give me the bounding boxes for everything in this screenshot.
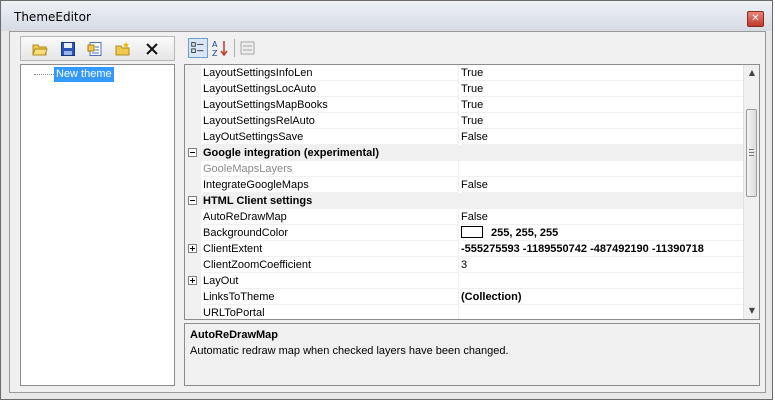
sort-alphabetical-icon[interactable]: A Z <box>210 38 230 58</box>
row-gutter <box>185 209 201 225</box>
save-icon[interactable] <box>60 41 76 57</box>
row-gutter <box>185 81 201 97</box>
row-gutter <box>185 273 201 289</box>
property-name: BackgroundColor <box>203 225 459 241</box>
property-pages-icon[interactable] <box>238 38 258 58</box>
property-row[interactable]: GooleMapsLayers <box>185 161 745 177</box>
row-gutter <box>185 161 201 177</box>
theme-editor-window: ThemeEditor ✕ New theme A Z LayoutSettin… <box>0 0 773 400</box>
property-name: ClientZoomCoefficient <box>203 257 459 273</box>
property-row[interactable]: BackgroundColor 255, 255, 255 <box>185 225 745 241</box>
property-name: LayOutSettingsSave <box>203 129 459 145</box>
property-name: LinksToTheme <box>203 289 459 305</box>
property-value[interactable]: 3 <box>461 257 745 273</box>
open-folder-icon[interactable] <box>32 41 48 57</box>
tree-node-new-theme[interactable]: New theme <box>54 67 114 82</box>
property-name: IntegrateGoogleMaps <box>203 177 459 193</box>
svg-text:Z: Z <box>212 49 218 58</box>
property-value[interactable]: False <box>461 209 745 225</box>
properties-icon[interactable] <box>87 41 103 57</box>
property-value[interactable] <box>461 273 745 289</box>
row-gutter <box>185 289 201 305</box>
property-row[interactable]: LayoutSettingsMapBooks True <box>185 97 745 113</box>
property-row[interactable]: LinksToTheme (Collection) <box>185 289 745 305</box>
property-name: LayoutSettingsInfoLen <box>203 65 459 81</box>
row-gutter <box>185 177 201 193</box>
scroll-down-icon[interactable]: ▼ <box>744 303 759 319</box>
property-grid: LayoutSettingsInfoLen True LayoutSettingsL… <box>184 64 760 320</box>
property-row[interactable]: LayoutSettingsRelAuto True <box>185 113 745 129</box>
property-category[interactable]: HTML Client settings <box>185 193 745 209</box>
property-value[interactable]: -555275593 -1189550742 -487492190 -11390… <box>461 241 745 257</box>
svg-text:A: A <box>212 40 218 49</box>
categorized-icon[interactable] <box>188 38 208 58</box>
editor-frame: New theme A Z LayoutSettingsInfoLen True… <box>9 31 766 393</box>
property-row[interactable]: IntegrateGoogleMaps False <box>185 177 745 193</box>
collapse-icon[interactable] <box>188 196 197 205</box>
row-gutter <box>185 97 201 113</box>
property-value[interactable]: False <box>461 177 745 193</box>
scrollbar-thumb[interactable] <box>746 109 757 197</box>
row-gutter <box>185 129 201 145</box>
property-value[interactable] <box>461 305 745 319</box>
property-name: LayoutSettingsLocAuto <box>203 81 459 97</box>
property-value[interactable]: True <box>461 113 745 129</box>
property-row[interactable]: ClientExtent -555275593 -1189550742 -4874… <box>185 241 745 257</box>
property-value[interactable]: True <box>461 81 745 97</box>
color-swatch <box>461 226 483 239</box>
property-name: AutoReDrawMap <box>203 209 459 225</box>
close-icon: ✕ <box>751 13 760 24</box>
row-gutter <box>185 241 201 257</box>
row-gutter <box>185 305 201 319</box>
window-title: ThemeEditor <box>14 10 91 24</box>
property-grid-scrollbar[interactable]: ▲ ▼ <box>743 65 759 319</box>
property-row[interactable]: LayoutSettingsLocAuto True <box>185 81 745 97</box>
row-gutter <box>185 257 201 273</box>
property-row[interactable]: LayoutSettingsInfoLen True <box>185 65 745 81</box>
new-folder-icon[interactable] <box>115 41 131 57</box>
description-text: Automatic redraw map when checked layers… <box>190 345 509 357</box>
property-value[interactable]: True <box>461 65 745 81</box>
property-value[interactable] <box>461 161 745 177</box>
property-name: LayoutSettingsRelAuto <box>203 113 459 129</box>
property-value[interactable]: (Collection) <box>461 289 745 305</box>
property-name: URLToPortal <box>203 305 459 319</box>
row-gutter <box>185 65 201 81</box>
expand-icon[interactable] <box>188 276 197 285</box>
description-pane: AutoReDrawMap Automatic redraw map when … <box>184 323 760 386</box>
theme-tree: New theme <box>20 64 175 386</box>
category-label: Google integration (experimental) <box>203 147 380 159</box>
property-name: LayOut <box>203 273 459 289</box>
property-row[interactable]: LayOut <box>185 273 745 289</box>
close-button[interactable]: ✕ <box>747 11 764 27</box>
property-row[interactable]: URLToPortal <box>185 305 745 319</box>
scroll-up-icon[interactable]: ▲ <box>744 65 759 81</box>
property-row[interactable]: AutoReDrawMap False <box>185 209 745 225</box>
property-value[interactable]: False <box>461 129 745 145</box>
property-grid-toolbar: A Z <box>184 36 760 61</box>
title-bar[interactable]: ThemeEditor ✕ <box>1 1 772 31</box>
row-gutter <box>185 225 201 241</box>
property-name: LayoutSettingsMapBooks <box>203 97 459 113</box>
category-label: HTML Client settings <box>203 195 313 207</box>
property-category[interactable]: Google integration (experimental) <box>185 145 745 161</box>
property-row[interactable]: LayOutSettingsSave False <box>185 129 745 145</box>
delete-icon[interactable] <box>144 41 160 57</box>
expand-icon[interactable] <box>188 244 197 253</box>
property-name: GooleMapsLayers <box>203 161 459 177</box>
property-row[interactable]: ClientZoomCoefficient 3 <box>185 257 745 273</box>
property-name: ClientExtent <box>203 241 459 257</box>
toolbar-separator <box>234 39 235 57</box>
row-gutter <box>185 113 201 129</box>
property-value[interactable]: 255, 255, 255 <box>461 225 745 241</box>
color-value: 255, 255, 255 <box>491 227 559 239</box>
description-title: AutoReDrawMap <box>190 329 279 341</box>
theme-toolbar <box>20 36 175 61</box>
property-value[interactable]: True <box>461 97 745 113</box>
tree-connector <box>34 74 54 75</box>
collapse-icon[interactable] <box>188 148 197 157</box>
